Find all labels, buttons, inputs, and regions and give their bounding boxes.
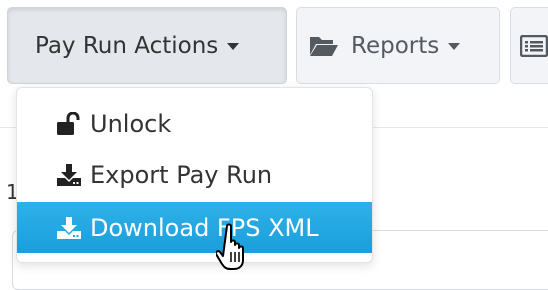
caret-down-icon <box>448 43 461 50</box>
menu-item-unlock[interactable]: Unlock <box>17 98 372 149</box>
list-view-button[interactable] <box>510 7 548 84</box>
unlock-icon <box>56 111 86 136</box>
menu-item-label: Unlock <box>90 109 172 138</box>
download-icon <box>56 216 86 240</box>
menu-item-label: Download FPS XML <box>90 213 319 242</box>
menu-item-download-fps-xml[interactable]: Download FPS XML <box>17 202 372 253</box>
pay-run-actions-button[interactable]: Pay Run Actions <box>7 7 287 84</box>
menu-item-export-pay-run[interactable]: Export Pay Run <box>17 149 372 200</box>
hand-pointer-cursor-icon <box>214 222 256 276</box>
reports-button[interactable]: Reports <box>296 7 500 84</box>
reports-label: Reports <box>351 32 440 59</box>
caret-down-icon <box>227 43 240 50</box>
list-icon <box>520 34 548 57</box>
download-icon <box>56 163 86 187</box>
pay-run-actions-menu: Unlock Export Pay Run Download FPS XML <box>16 87 373 263</box>
menu-item-label: Export Pay Run <box>90 160 273 189</box>
pay-run-actions-label: Pay Run Actions <box>35 32 219 59</box>
folder-open-icon <box>309 34 339 58</box>
